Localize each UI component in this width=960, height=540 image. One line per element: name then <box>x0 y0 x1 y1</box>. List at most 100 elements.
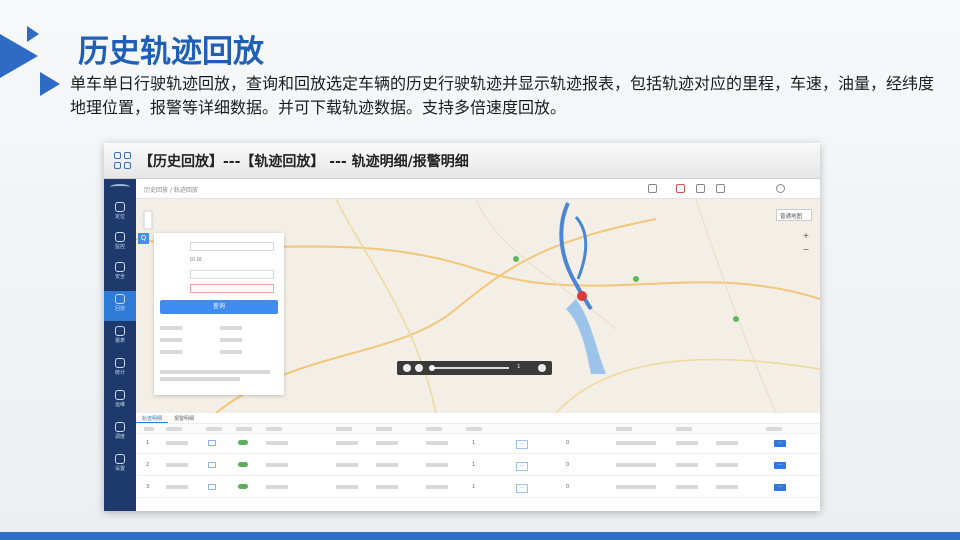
fuel-cell <box>426 484 448 490</box>
decor-triangle <box>40 72 60 96</box>
nav-label: 统计 <box>114 370 125 376</box>
replay-icon <box>115 294 125 304</box>
start-time-input[interactable] <box>190 269 274 279</box>
view-button[interactable]: ··· <box>774 484 787 491</box>
nav-label: 定位 <box>114 214 125 220</box>
start-time-row <box>160 269 274 279</box>
query-panel: ☑ ☑ 查询 <box>154 233 284 395</box>
nav-label: 设置 <box>114 466 125 472</box>
car-icon <box>238 484 248 490</box>
monitor-icon <box>115 232 125 242</box>
view-button[interactable]: ··· <box>774 462 787 469</box>
playback-speed[interactable]: 1 <box>517 364 521 370</box>
slide-description: 单车单日行驶轨迹回放，查询和回放选定车辆的历史行驶轨迹并显示轨迹报表，包括轨迹对… <box>70 74 935 117</box>
table-row[interactable]: 2 1 ··· 0 ··· <box>136 456 820 476</box>
vehicle-field-row <box>160 241 274 251</box>
header-cell <box>676 426 692 432</box>
speed-cell <box>376 440 398 446</box>
play-icon[interactable] <box>403 364 411 372</box>
screenshot-header: 【历史回放】---【轨迹回放】 --- 轨迹明细/报警明细 <box>104 143 820 179</box>
table-tabs: 轨迹明细 报警明细 <box>136 413 820 424</box>
nav-item-maintenance[interactable]: 运维 <box>104 387 136 417</box>
plate-cell <box>166 484 188 490</box>
download-icon[interactable] <box>696 184 705 193</box>
app-window: 定位 监控 安全 回放 报表 统计 运维 调度 设置 历史回放 / 轨迹回放 Q… <box>104 179 820 511</box>
fuel-cell <box>426 440 448 446</box>
status-tag: ··· <box>516 440 529 449</box>
playback-track[interactable] <box>429 367 509 369</box>
header-cell <box>376 426 392 432</box>
nav-item-safety[interactable]: 安全 <box>104 259 136 289</box>
playback-knob[interactable] <box>429 365 435 371</box>
plate-cell <box>166 440 188 446</box>
bell-icon[interactable] <box>716 184 725 193</box>
end-time-row <box>160 283 274 293</box>
date-cell <box>616 462 656 468</box>
zoom-control[interactable]: + − <box>802 229 810 257</box>
header-cell <box>266 426 282 432</box>
nav-label: 调度 <box>114 434 125 440</box>
row-index: 3 <box>146 484 150 490</box>
table-header <box>136 424 820 434</box>
time-cell <box>336 462 358 468</box>
status-tag: ··· <box>516 462 529 471</box>
stat-item <box>160 325 182 331</box>
coord-cell <box>716 440 738 446</box>
vehicle-icon <box>208 440 216 447</box>
time-cell <box>336 440 358 446</box>
nav-label: 回放 <box>114 306 125 312</box>
shield-icon <box>115 262 125 272</box>
header-cell <box>336 426 352 432</box>
screenshot-header-label: 【历史回放】---【轨迹回放】 --- 轨迹明细/报警明细 <box>139 153 469 170</box>
tab-alarm-detail[interactable]: 报警明细 <box>168 413 200 423</box>
nav-item-stats[interactable]: 统计 <box>104 355 136 385</box>
side-nav: 定位 监控 安全 回放 报表 统计 运维 调度 设置 <box>104 179 136 511</box>
detail-table: 轨迹明细 报警明细 1 1 ··· 0 ··· 2 1 ··· 0 ··· 3 … <box>136 413 820 511</box>
header-cell <box>466 426 482 432</box>
time-cell <box>336 484 358 490</box>
slide-title: 历史轨迹回放 <box>78 34 264 70</box>
tab-track-detail[interactable]: 轨迹明细 <box>136 413 169 423</box>
nav-item-dispatch[interactable]: 调度 <box>104 419 136 449</box>
query-button[interactable]: 查询 <box>160 300 278 314</box>
filter-checkbox[interactable]: ☑ ☑ <box>190 257 202 263</box>
avatar[interactable] <box>776 184 785 193</box>
top-bar: 历史回放 / 轨迹回放 <box>136 179 820 199</box>
table-row[interactable]: 1 1 ··· 0 ··· <box>136 434 820 454</box>
view-button[interactable]: ··· <box>774 440 787 447</box>
nav-item-settings[interactable]: 设置 <box>104 451 136 481</box>
status-tag: ··· <box>516 484 529 493</box>
alarm-icon[interactable] <box>676 184 685 193</box>
search-icon[interactable]: Q <box>138 233 149 244</box>
vehicle-input[interactable] <box>190 241 274 251</box>
stop-icon[interactable] <box>415 364 423 372</box>
nav-item-report[interactable]: 报表 <box>104 323 136 353</box>
logo-icon <box>110 184 130 190</box>
plate-cell <box>166 462 188 468</box>
chart-icon[interactable] <box>648 184 657 193</box>
table-row[interactable]: 3 1 ··· 0 ··· <box>136 478 820 498</box>
nav-label: 报表 <box>114 338 125 344</box>
nav-item-replay[interactable]: 回放 <box>104 291 136 321</box>
map-type-select[interactable]: 普通地图 <box>776 209 812 221</box>
map-view[interactable]: Q 普通地图 + − ☑ ☑ 查询 1 <box>136 199 820 413</box>
header-cell <box>426 426 442 432</box>
header-cell <box>766 426 782 432</box>
nav-label: 监控 <box>114 244 125 250</box>
playback-bar: 1 <box>397 361 552 375</box>
location-icon <box>115 202 125 212</box>
car-icon <box>238 462 248 468</box>
speed-cell <box>376 484 398 490</box>
coord-cell <box>676 440 698 446</box>
dispatch-icon <box>115 422 125 432</box>
nav-item-location[interactable]: 定位 <box>104 199 136 229</box>
status-cell: 0 <box>566 440 570 446</box>
stat-item <box>220 349 242 355</box>
nav-item-monitor[interactable]: 监控 <box>104 229 136 259</box>
grid-icon <box>114 152 131 169</box>
fuel-cell <box>426 462 448 468</box>
header-cell <box>236 426 252 432</box>
speed-icon[interactable] <box>538 364 546 372</box>
header-cell <box>206 426 222 432</box>
end-time-input[interactable] <box>190 283 274 293</box>
